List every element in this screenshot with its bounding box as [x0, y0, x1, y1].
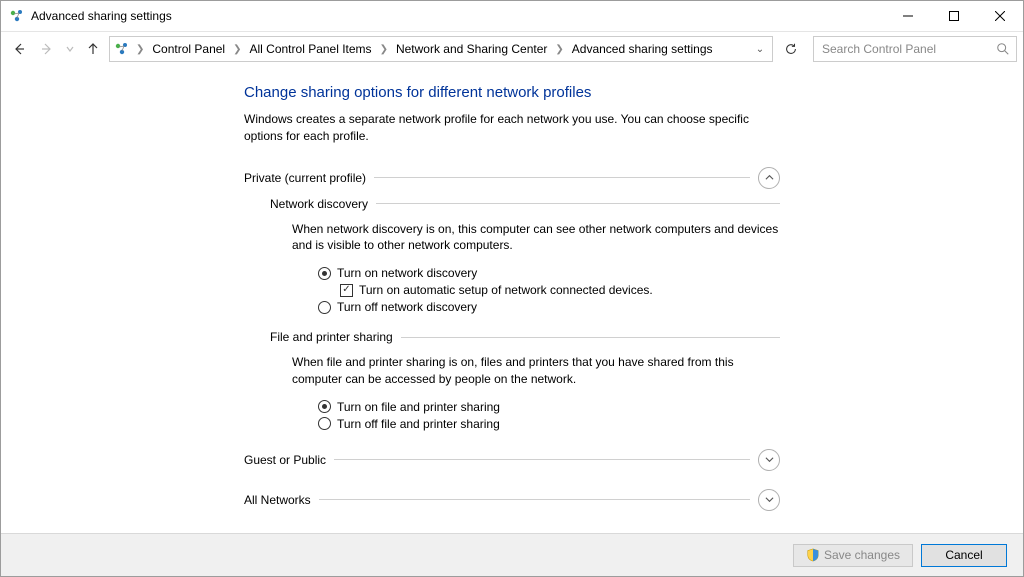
window-title: Advanced sharing settings — [31, 9, 172, 23]
radio-file-printer-off[interactable]: Turn off file and printer sharing — [318, 417, 780, 431]
breadcrumb[interactable]: ❯ Control Panel ❯ All Control Panel Item… — [109, 36, 773, 62]
chevron-down-icon[interactable] — [758, 489, 780, 511]
breadcrumb-separator[interactable]: ❯ — [553, 44, 565, 55]
subsection-network-discovery: Network discovery When network discovery… — [270, 197, 780, 315]
save-button-label: Save changes — [824, 548, 900, 562]
page-title: Change sharing options for different net… — [244, 84, 780, 101]
file-printer-description: When file and printer sharing is on, fil… — [292, 354, 780, 388]
refresh-button[interactable] — [779, 37, 803, 61]
footer-bar: Save changes Cancel — [1, 533, 1023, 576]
breadcrumb-separator[interactable]: ❯ — [231, 44, 243, 55]
search-icon — [996, 42, 1010, 56]
radio-icon[interactable] — [318, 400, 331, 413]
window: Advanced sharing settings — [0, 0, 1024, 577]
radio-icon[interactable] — [318, 417, 331, 430]
section-all-label: All Networks — [244, 493, 311, 507]
checkbox-label: Turn on automatic setup of network conne… — [359, 283, 653, 297]
network-discovery-description: When network discovery is on, this compu… — [292, 221, 780, 255]
back-button[interactable] — [7, 37, 31, 61]
radio-label: Turn off file and printer sharing — [337, 417, 500, 431]
chevron-down-icon[interactable] — [758, 449, 780, 471]
section-all-networks[interactable]: All Networks — [244, 489, 780, 511]
section-private[interactable]: Private (current profile) — [244, 167, 780, 189]
breadcrumb-icon — [114, 41, 130, 57]
radio-label: Turn on network discovery — [337, 266, 477, 280]
forward-button[interactable] — [35, 37, 59, 61]
titlebar: Advanced sharing settings — [1, 1, 1023, 32]
radio-file-printer-on[interactable]: Turn on file and printer sharing — [318, 400, 780, 414]
minimize-button[interactable] — [885, 1, 931, 31]
close-button[interactable] — [977, 1, 1023, 31]
network-sharing-icon — [9, 8, 25, 24]
breadcrumb-control-panel[interactable]: Control Panel — [148, 37, 229, 61]
checkbox-icon[interactable] — [340, 284, 353, 297]
chevron-up-icon[interactable] — [758, 167, 780, 189]
breadcrumb-separator[interactable]: ❯ — [378, 44, 390, 55]
save-changes-button[interactable]: Save changes — [793, 544, 913, 567]
navigation-bar: ❯ Control Panel ❯ All Control Panel Item… — [1, 32, 1023, 66]
search-box[interactable] — [813, 36, 1017, 62]
subsection-file-printer-sharing: File and printer sharing When file and p… — [270, 330, 780, 431]
radio-network-discovery-off[interactable]: Turn off network discovery — [318, 300, 780, 314]
radio-label: Turn off network discovery — [337, 300, 477, 314]
file-printer-heading: File and printer sharing — [270, 330, 393, 344]
cancel-button[interactable]: Cancel — [921, 544, 1007, 567]
radio-network-discovery-on[interactable]: Turn on network discovery — [318, 266, 780, 280]
section-guest-label: Guest or Public — [244, 453, 326, 467]
radio-icon[interactable] — [318, 301, 331, 314]
checkbox-auto-setup[interactable]: Turn on automatic setup of network conne… — [340, 283, 780, 297]
maximize-button[interactable] — [931, 1, 977, 31]
breadcrumb-separator[interactable]: ❯ — [134, 44, 146, 55]
section-private-label: Private (current profile) — [244, 171, 366, 185]
network-discovery-heading: Network discovery — [270, 197, 368, 211]
radio-label: Turn on file and printer sharing — [337, 400, 500, 414]
content-area: Change sharing options for different net… — [1, 66, 1023, 533]
up-button[interactable] — [81, 37, 105, 61]
shield-icon — [806, 548, 820, 562]
section-guest-public[interactable]: Guest or Public — [244, 449, 780, 471]
page-description: Windows creates a separate network profi… — [244, 111, 780, 145]
recent-locations-button[interactable] — [63, 37, 77, 61]
breadcrumb-dropdown[interactable]: ⌄ — [752, 44, 768, 55]
cancel-button-label: Cancel — [945, 548, 982, 562]
radio-icon[interactable] — [318, 267, 331, 280]
breadcrumb-all-items[interactable]: All Control Panel Items — [246, 37, 376, 61]
breadcrumb-network-sharing[interactable]: Network and Sharing Center — [392, 37, 551, 61]
search-input[interactable] — [820, 38, 974, 60]
breadcrumb-advanced-sharing[interactable]: Advanced sharing settings — [568, 37, 717, 61]
